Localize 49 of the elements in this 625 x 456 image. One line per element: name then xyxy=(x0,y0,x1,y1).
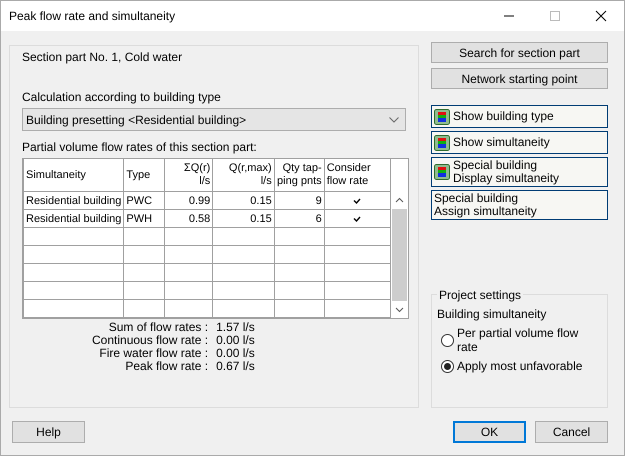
column-header: ΣQ(r) l/s xyxy=(164,159,213,192)
help-button[interactable]: Help xyxy=(12,420,85,442)
table-caption: Partial volume flow rates of this section part: xyxy=(22,140,258,154)
radio-button[interactable] xyxy=(441,360,454,372)
calculation-label: Calculation according to building type xyxy=(22,90,222,104)
table-cell: 0.99 xyxy=(164,192,213,210)
action-button[interactable]: Special building Display simultaneity xyxy=(431,157,608,187)
color-bars-icon xyxy=(434,164,450,180)
chevron-down-icon xyxy=(389,116,399,122)
table-cell: 0.15 xyxy=(212,192,274,210)
column-header: Simultaneity xyxy=(24,159,124,192)
column-header: Q(r,max) l/s xyxy=(212,159,274,192)
total-value: 0.67 l/s xyxy=(216,360,255,373)
group-title: Project settings xyxy=(437,288,524,302)
total-label: Continuous flow rate : xyxy=(92,334,208,347)
table-cell: 9 xyxy=(274,192,324,210)
simultaneity-label: Building simultaneity xyxy=(437,307,548,321)
action-button[interactable]: Show building type xyxy=(431,105,608,128)
total-value: 0.00 l/s xyxy=(216,334,255,347)
section-title: Section part No. 1, Cold water xyxy=(22,50,184,64)
table-cell: Residential building xyxy=(24,210,124,228)
radio-option[interactable]: Apply most unfavorable xyxy=(441,359,602,373)
action-button[interactable]: Show simultaneity xyxy=(431,131,608,154)
window-title: Peak flow rate and simultaneity xyxy=(9,9,176,23)
table-cell: 6 xyxy=(274,210,324,228)
ok-button[interactable]: OK xyxy=(453,420,526,442)
total-value: 1.57 l/s xyxy=(216,321,255,334)
building-type-dropdown[interactable]: Building presetting <Residential building> xyxy=(22,108,406,131)
total-label: Fire water flow rate : xyxy=(98,347,208,360)
column-header: Type xyxy=(124,159,164,192)
column-header: Consider flow rate xyxy=(324,159,390,192)
radio-button[interactable] xyxy=(441,334,454,346)
table-cell: PWH xyxy=(124,210,164,228)
cancel-button[interactable]: Cancel xyxy=(535,420,608,442)
table-cell: 0.15 xyxy=(212,210,274,228)
command-button[interactable]: Search for section part xyxy=(431,42,608,63)
table-cell: Residential building xyxy=(24,192,124,210)
color-bars-icon xyxy=(434,134,450,150)
radio-option[interactable]: Per partial volume flow rate xyxy=(441,326,602,354)
color-bars-icon xyxy=(434,108,450,124)
action-button[interactable]: Special building Assign simultaneity xyxy=(431,190,608,220)
total-label: Peak flow rate : xyxy=(124,360,208,373)
table-cell: PWC xyxy=(124,192,164,210)
total-label: Sum of flow rates : xyxy=(108,321,208,334)
column-header: Qty tap- ping pnts xyxy=(274,159,324,192)
total-value: 0.00 l/s xyxy=(216,347,255,360)
command-button[interactable]: Network starting point xyxy=(431,68,608,89)
scrollbar-thumb[interactable] xyxy=(392,209,407,301)
table-cell: 0.58 xyxy=(164,210,213,228)
